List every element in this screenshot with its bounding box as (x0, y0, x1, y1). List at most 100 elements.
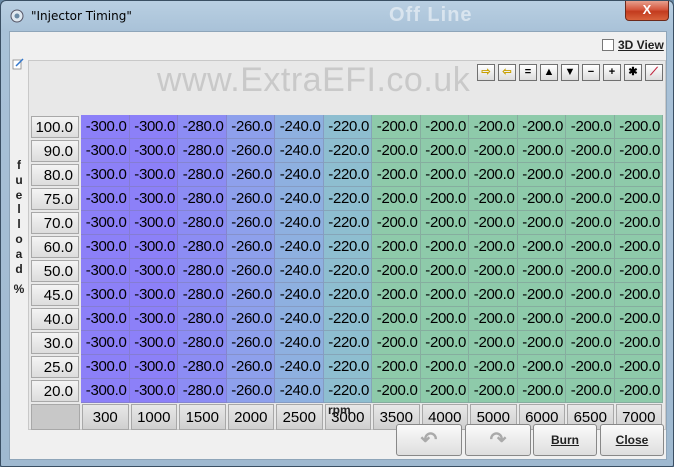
table-cell[interactable]: -200.0 (614, 259, 663, 283)
table-cell[interactable]: -200.0 (566, 163, 615, 187)
table-cell[interactable]: -220.0 (323, 355, 372, 379)
close-button[interactable]: Close (600, 424, 664, 456)
table-cell[interactable]: -200.0 (469, 307, 518, 331)
row-header[interactable]: 25.0 (31, 356, 79, 378)
table-cell[interactable]: -200.0 (517, 115, 566, 139)
table-cell[interactable]: -200.0 (517, 283, 566, 307)
table-cell[interactable]: -280.0 (178, 379, 227, 403)
table-cell[interactable]: -200.0 (469, 139, 518, 163)
table-cell[interactable]: -200.0 (517, 379, 566, 403)
table-cell[interactable]: -260.0 (226, 283, 275, 307)
table-cell[interactable]: -300.0 (129, 379, 178, 403)
table-cell[interactable]: -200.0 (372, 139, 421, 163)
table-cell[interactable]: -280.0 (178, 235, 227, 259)
view3d-checkbox[interactable] (602, 39, 614, 51)
table-cell[interactable]: -260.0 (226, 307, 275, 331)
row-header[interactable]: 30.0 (31, 332, 79, 354)
table-cell[interactable]: -220.0 (323, 139, 372, 163)
table-cell[interactable]: -200.0 (469, 235, 518, 259)
table-cell[interactable]: -300.0 (129, 283, 178, 307)
table-cell[interactable]: -300.0 (81, 355, 130, 379)
table-cell[interactable]: -300.0 (129, 355, 178, 379)
table-cell[interactable]: -200.0 (517, 259, 566, 283)
table-cell[interactable]: -200.0 (566, 115, 615, 139)
table-cell[interactable]: -240.0 (275, 115, 324, 139)
decrease-button[interactable]: ▼ (561, 64, 579, 81)
table-cell[interactable]: -220.0 (323, 283, 372, 307)
table-cell[interactable]: -200.0 (420, 211, 469, 235)
table-cell[interactable]: -300.0 (129, 115, 178, 139)
table-cell[interactable]: -200.0 (372, 259, 421, 283)
increase-button[interactable]: ▲ (540, 64, 558, 81)
table-cell[interactable]: -240.0 (275, 139, 324, 163)
table-cell[interactable]: -300.0 (81, 115, 130, 139)
table-cell[interactable]: -280.0 (178, 115, 227, 139)
table-cell[interactable]: -300.0 (129, 163, 178, 187)
row-header[interactable]: 70.0 (31, 212, 79, 234)
table-cell[interactable]: -200.0 (614, 379, 663, 403)
column-header[interactable]: 300 (82, 404, 129, 430)
multiply-button[interactable]: ✱ (624, 64, 642, 81)
table-cell[interactable]: -280.0 (178, 307, 227, 331)
table-cell[interactable]: -200.0 (420, 259, 469, 283)
table-cell[interactable]: -200.0 (566, 187, 615, 211)
table-cell[interactable]: -240.0 (275, 259, 324, 283)
table-cell[interactable]: -200.0 (372, 331, 421, 355)
table-cell[interactable]: -200.0 (420, 115, 469, 139)
interpolate-button[interactable]: ⟋ (645, 64, 663, 81)
table-cell[interactable]: -200.0 (614, 283, 663, 307)
row-header[interactable]: 100.0 (31, 116, 79, 138)
table-cell[interactable]: -200.0 (566, 355, 615, 379)
table-cell[interactable]: -200.0 (372, 283, 421, 307)
table-cell[interactable]: -200.0 (469, 163, 518, 187)
table-cell[interactable]: -200.0 (517, 307, 566, 331)
table-cell[interactable]: -200.0 (566, 283, 615, 307)
table-cell[interactable]: -200.0 (614, 187, 663, 211)
table-cell[interactable]: -200.0 (420, 355, 469, 379)
table-cell[interactable]: -200.0 (420, 139, 469, 163)
row-header[interactable]: 60.0 (31, 236, 79, 258)
redo-button[interactable]: ↷ (465, 424, 531, 456)
table-cell[interactable]: -220.0 (323, 259, 372, 283)
table-cell[interactable]: -280.0 (178, 211, 227, 235)
table-cell[interactable]: -300.0 (129, 211, 178, 235)
table-cell[interactable]: -200.0 (372, 115, 421, 139)
table-cell[interactable]: -200.0 (614, 163, 663, 187)
table-cell[interactable]: -240.0 (275, 163, 324, 187)
table-cell[interactable]: -200.0 (469, 211, 518, 235)
table-cell[interactable]: -220.0 (323, 187, 372, 211)
table-cell[interactable]: -200.0 (372, 307, 421, 331)
burn-button[interactable]: Burn (533, 424, 597, 456)
row-header[interactable]: 20.0 (31, 380, 79, 402)
table-cell[interactable]: -300.0 (81, 139, 130, 163)
table-cell[interactable]: -260.0 (226, 331, 275, 355)
column-header[interactable]: 1500 (179, 404, 226, 430)
table-cell[interactable]: -220.0 (323, 163, 372, 187)
subtract-button[interactable]: − (582, 64, 600, 81)
table-cell[interactable]: -200.0 (517, 211, 566, 235)
table-cell[interactable]: -220.0 (323, 331, 372, 355)
table-cell[interactable]: -200.0 (614, 235, 663, 259)
table-cell[interactable]: -240.0 (275, 307, 324, 331)
table-cell[interactable]: -200.0 (614, 139, 663, 163)
row-header[interactable]: 90.0 (31, 140, 79, 162)
table-cell[interactable]: -200.0 (469, 331, 518, 355)
shift-left-button[interactable]: ⇦ (498, 64, 516, 81)
view3d-toggle[interactable]: 3D View (602, 37, 664, 53)
set-equal-button[interactable]: = (519, 64, 537, 81)
row-header[interactable]: 40.0 (31, 308, 79, 330)
table-cell[interactable]: -200.0 (372, 163, 421, 187)
row-header[interactable]: 50.0 (31, 260, 79, 282)
column-header[interactable]: 1000 (130, 404, 177, 430)
shift-right-button[interactable]: ⇨ (477, 64, 495, 81)
column-header[interactable]: 2500 (276, 404, 323, 430)
table-cell[interactable]: -240.0 (275, 235, 324, 259)
table-cell[interactable]: -280.0 (178, 163, 227, 187)
table-cell[interactable]: -200.0 (372, 379, 421, 403)
table-cell[interactable]: -260.0 (226, 187, 275, 211)
table-cell[interactable]: -300.0 (129, 307, 178, 331)
table-cell[interactable]: -200.0 (372, 235, 421, 259)
view3d-label[interactable]: 3D View (618, 38, 664, 52)
table-cell[interactable]: -200.0 (372, 211, 421, 235)
table-cell[interactable]: -200.0 (566, 307, 615, 331)
